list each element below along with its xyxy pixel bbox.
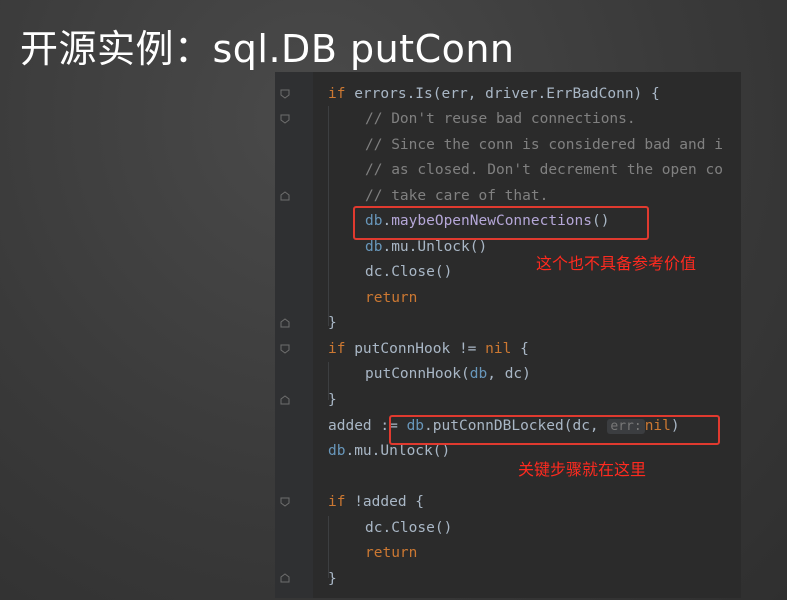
code-text: , dc)	[487, 366, 531, 382]
code-text: !added {	[345, 494, 425, 510]
code-text: .mu.	[382, 239, 418, 255]
annotation-no-reference-value: 这个也不具备参考价值	[536, 254, 697, 273]
fold-end-icon[interactable]	[280, 318, 290, 328]
code-line-12[interactable]: putConnHook(db, dc)	[365, 363, 531, 385]
fold-marker-icon[interactable]	[280, 89, 290, 99]
method-name: Close	[391, 264, 435, 280]
code-text: errors.Is(err, driver.ErrBadConn) {	[345, 86, 660, 102]
code-line-1[interactable]: if errors.Is(err, driver.ErrBadConn) {	[328, 83, 660, 105]
fold-end-icon[interactable]	[280, 191, 290, 201]
fold-marker-icon[interactable]	[280, 344, 290, 354]
code-line-18[interactable]: dc.Close()	[365, 517, 452, 539]
code-text: .mu.	[345, 443, 381, 459]
code-line-3[interactable]: // Since the conn is considered bad and …	[365, 134, 723, 156]
code-line-5[interactable]: // take care of that.	[365, 185, 548, 207]
highlight-box-open-connections	[353, 206, 649, 240]
code-text: ()	[434, 520, 453, 536]
code-text: putConnHook !=	[345, 341, 486, 357]
indent-guide	[328, 106, 329, 326]
code-line-13[interactable]: }	[328, 389, 337, 411]
fold-marker-icon[interactable]	[280, 114, 290, 124]
code-line-2[interactable]: // Don't reuse bad connections.	[365, 108, 636, 130]
slide-title: 开源实例：sql.DB putConn	[20, 27, 515, 71]
db-receiver: db	[328, 443, 346, 459]
keyword: if	[328, 86, 346, 102]
code-text: ()	[434, 264, 453, 280]
code-text: putConnHook(	[365, 366, 470, 382]
fold-end-icon[interactable]	[280, 573, 290, 583]
code-text: ()	[469, 239, 488, 255]
fold-marker-icon[interactable]	[280, 497, 290, 507]
code-line-20[interactable]: }	[328, 568, 337, 590]
annotation-key-step: 关键步骤就在这里	[518, 460, 647, 479]
fold-end-icon[interactable]	[280, 395, 290, 405]
method-name: Close	[391, 520, 435, 536]
code-text: {	[511, 341, 529, 357]
keyword: if	[328, 341, 346, 357]
code-line-10[interactable]: }	[328, 312, 337, 334]
highlight-box-put-conn-locked	[389, 415, 720, 445]
method-name: Unlock	[417, 239, 470, 255]
code-text: dc.	[365, 264, 392, 280]
keyword: if	[328, 494, 346, 510]
db-receiver: db	[365, 239, 383, 255]
editor-gutter	[275, 72, 313, 598]
code-line-8[interactable]: dc.Close()	[365, 261, 452, 283]
code-line-11[interactable]: if putConnHook != nil {	[328, 338, 529, 360]
nil-literal: nil	[485, 341, 512, 357]
code-text: ()	[432, 443, 451, 459]
code-line-17[interactable]: if !added {	[328, 491, 424, 513]
method-name: Unlock	[380, 443, 433, 459]
code-line-19[interactable]: return	[365, 542, 417, 564]
db-receiver: db	[469, 366, 488, 382]
code-text: dc.	[365, 520, 392, 536]
code-line-4[interactable]: // as closed. Don't decrement the open c…	[365, 159, 723, 181]
code-line-9[interactable]: return	[365, 287, 417, 309]
code-editor[interactable]: if errors.Is(err, driver.ErrBadConn) { /…	[275, 72, 741, 598]
